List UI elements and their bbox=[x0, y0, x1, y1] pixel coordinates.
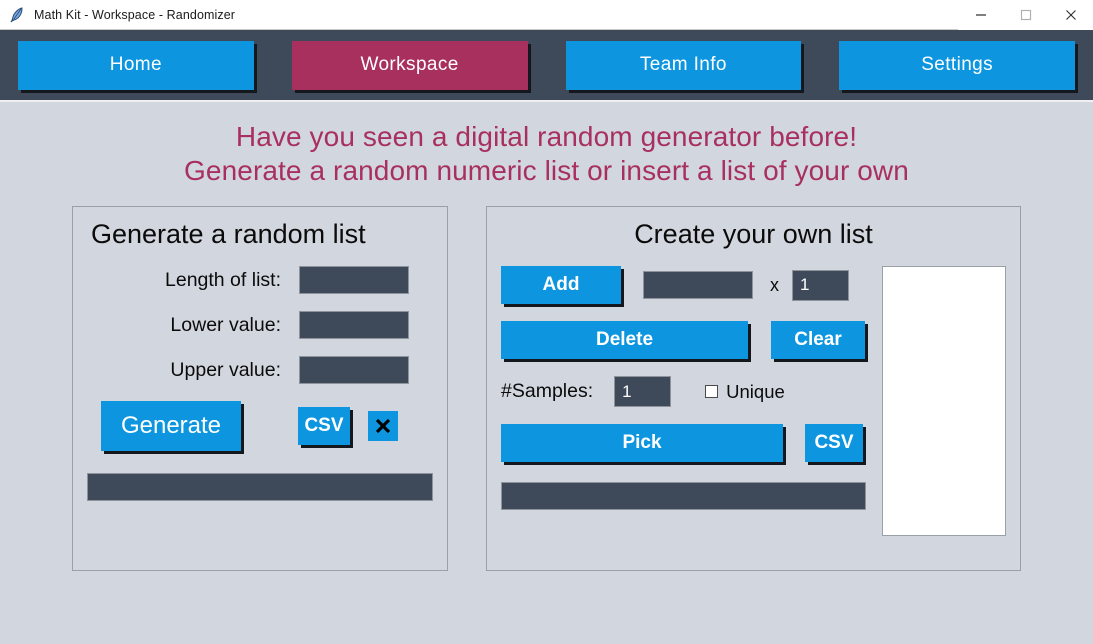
nav-tab-settings-label: Settings bbox=[921, 54, 994, 75]
unique-checkbox-label: Unique bbox=[726, 380, 785, 402]
create-panel-controls: Add x 1 Delete Clear #Samples: 1 Unique … bbox=[501, 266, 866, 536]
app-window: Math Kit - Workspace - Randomizer Home W… bbox=[0, 0, 1093, 644]
clear-button[interactable]: Clear bbox=[771, 321, 865, 360]
length-of-list-row: Length of list: bbox=[87, 266, 433, 295]
window-title: Math Kit - Workspace - Randomizer bbox=[34, 7, 236, 22]
generate-status-bar bbox=[87, 473, 433, 502]
add-item-row: Add x 1 bbox=[501, 266, 866, 305]
upper-value-label: Upper value: bbox=[170, 358, 281, 381]
generate-random-list-panel: Generate a random list Length of list: L… bbox=[72, 206, 448, 572]
minimize-icon bbox=[975, 13, 986, 16]
lower-value-row: Lower value: bbox=[87, 311, 433, 340]
clear-button-label: Clear bbox=[794, 329, 842, 351]
samples-label: #Samples: bbox=[501, 380, 594, 403]
generate-actions-row: Generate CSV bbox=[87, 401, 433, 452]
nav-tab-team-info-label: Team Info bbox=[639, 54, 727, 75]
pick-row: Pick CSV bbox=[501, 424, 866, 463]
length-of-list-label: Length of list: bbox=[165, 268, 281, 291]
nav-tab-home-label: Home bbox=[109, 54, 163, 75]
nav-tab-team-info[interactable]: Team Info bbox=[565, 40, 802, 90]
generate-csv-button-label: CSV bbox=[304, 415, 344, 437]
title-bar: Math Kit - Workspace - Randomizer bbox=[0, 0, 1093, 30]
panels-container: Generate a random list Length of list: L… bbox=[0, 206, 1093, 572]
generate-button-label: Generate bbox=[120, 412, 222, 440]
lower-value-input[interactable] bbox=[299, 311, 409, 340]
headline-line-1: Have you seen a digital random generator… bbox=[235, 121, 858, 152]
samples-row: #Samples: 1 Unique bbox=[501, 376, 866, 408]
delete-button-label: Delete bbox=[595, 329, 654, 351]
create-status-bar bbox=[501, 482, 866, 511]
maximize-button[interactable] bbox=[1003, 0, 1048, 30]
window-controls bbox=[958, 0, 1093, 30]
unique-checkbox-box bbox=[705, 385, 719, 399]
nav-tab-workspace-label: Workspace bbox=[360, 54, 459, 75]
generate-button[interactable]: Generate bbox=[101, 401, 241, 452]
delete-clear-row: Delete Clear bbox=[501, 321, 866, 360]
create-panel-title: Create your own list bbox=[634, 219, 873, 250]
minimize-button[interactable] bbox=[958, 0, 1003, 30]
multiplier-input[interactable]: 1 bbox=[792, 269, 849, 301]
custom-list-box[interactable] bbox=[882, 266, 1006, 537]
close-button[interactable] bbox=[1048, 0, 1093, 30]
add-button-label: Add bbox=[542, 274, 580, 296]
create-own-list-panel: Create your own list Add x 1 Delete Clea… bbox=[486, 206, 1021, 572]
pick-csv-button[interactable]: CSV bbox=[805, 424, 863, 463]
unique-checkbox[interactable]: Unique bbox=[705, 381, 785, 403]
headline-line-2: Generate a random numeric list or insert… bbox=[184, 155, 909, 187]
x-icon bbox=[375, 419, 391, 434]
content-area: Have you seen a digital random generator… bbox=[0, 100, 1093, 644]
main-navigation: Home Workspace Team Info Settings bbox=[0, 30, 1093, 100]
samples-input[interactable]: 1 bbox=[614, 376, 672, 408]
close-icon bbox=[1065, 9, 1076, 20]
multiplier-symbol: x bbox=[770, 274, 779, 295]
length-of-list-input[interactable] bbox=[299, 266, 409, 295]
delete-button[interactable]: Delete bbox=[501, 321, 748, 360]
page-headline: Have you seen a digital random generator… bbox=[0, 102, 1093, 188]
upper-value-input[interactable] bbox=[299, 356, 409, 385]
add-button[interactable]: Add bbox=[501, 266, 621, 305]
nav-tab-home[interactable]: Home bbox=[18, 40, 254, 90]
pick-button-label: Pick bbox=[622, 432, 662, 454]
nav-tab-settings[interactable]: Settings bbox=[839, 40, 1075, 90]
generate-clear-button[interactable] bbox=[368, 411, 398, 442]
generate-csv-button[interactable]: CSV bbox=[298, 407, 350, 446]
create-panel-body: Add x 1 Delete Clear #Samples: 1 Unique … bbox=[501, 266, 1006, 537]
feather-quill-icon bbox=[10, 6, 23, 22]
lower-value-label: Lower value: bbox=[170, 313, 281, 336]
generate-panel-title: Generate a random list bbox=[91, 219, 366, 250]
upper-value-row: Upper value: bbox=[87, 356, 433, 385]
maximize-icon bbox=[1020, 9, 1031, 20]
nav-tab-workspace[interactable]: Workspace bbox=[291, 40, 528, 90]
pick-button[interactable]: Pick bbox=[501, 424, 783, 463]
pick-csv-button-label: CSV bbox=[814, 432, 854, 454]
add-value-input[interactable] bbox=[643, 271, 753, 300]
